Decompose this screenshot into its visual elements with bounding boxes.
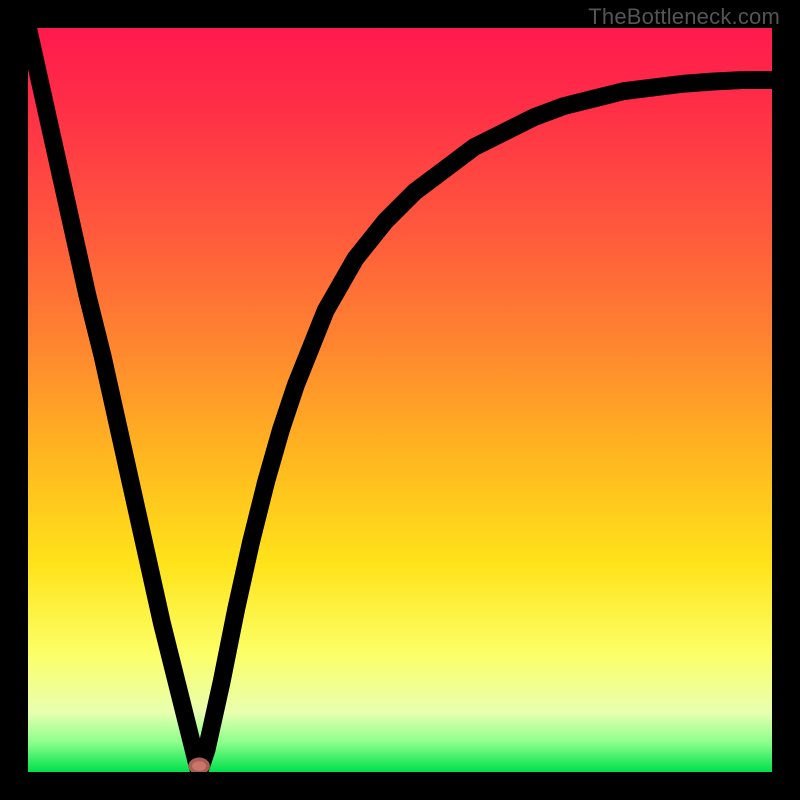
bottleneck-curve: [28, 28, 772, 772]
optimum-marker: [190, 759, 208, 772]
chart-frame: TheBottleneck.com: [0, 0, 800, 800]
chart-svg: [28, 28, 772, 772]
watermark-text: TheBottleneck.com: [588, 4, 780, 30]
chart-plot-area: [28, 28, 772, 772]
